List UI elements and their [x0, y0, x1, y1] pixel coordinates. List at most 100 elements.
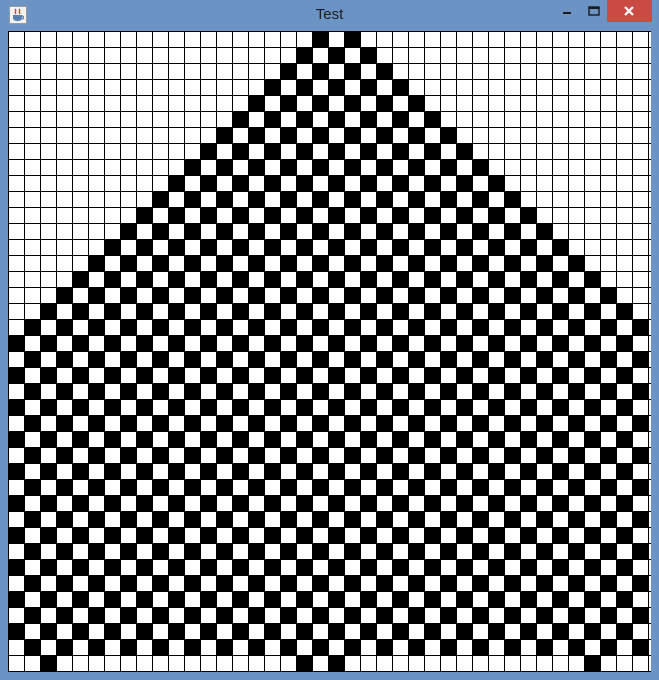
- filled-cell[interactable]: [472, 447, 488, 463]
- filled-cell[interactable]: [424, 431, 440, 447]
- filled-cell[interactable]: [568, 383, 584, 399]
- filled-cell[interactable]: [424, 623, 440, 639]
- filled-cell[interactable]: [488, 399, 504, 415]
- filled-cell[interactable]: [200, 207, 216, 223]
- filled-cell[interactable]: [216, 415, 232, 431]
- filled-cell[interactable]: [248, 575, 264, 591]
- filled-cell[interactable]: [520, 239, 536, 255]
- filled-cell[interactable]: [616, 559, 632, 575]
- filled-cell[interactable]: [632, 543, 648, 559]
- filled-cell[interactable]: [72, 271, 88, 287]
- filled-cell[interactable]: [264, 271, 280, 287]
- filled-cell[interactable]: [120, 511, 136, 527]
- filled-cell[interactable]: [200, 527, 216, 543]
- filled-cell[interactable]: [440, 479, 456, 495]
- filled-cell[interactable]: [520, 367, 536, 383]
- filled-cell[interactable]: [216, 639, 232, 655]
- filled-cell[interactable]: [392, 207, 408, 223]
- filled-cell[interactable]: [440, 639, 456, 655]
- filled-cell[interactable]: [264, 623, 280, 639]
- filled-cell[interactable]: [184, 607, 200, 623]
- filled-cell[interactable]: [312, 287, 328, 303]
- filled-cell[interactable]: [408, 447, 424, 463]
- filled-cell[interactable]: [488, 527, 504, 543]
- filled-cell[interactable]: [504, 287, 520, 303]
- filled-cell[interactable]: [120, 415, 136, 431]
- filled-cell[interactable]: [232, 335, 248, 351]
- filled-cell[interactable]: [232, 591, 248, 607]
- filled-cell[interactable]: [440, 415, 456, 431]
- filled-cell[interactable]: [200, 399, 216, 415]
- filled-cell[interactable]: [232, 143, 248, 159]
- filled-cell[interactable]: [520, 399, 536, 415]
- filled-cell[interactable]: [168, 591, 184, 607]
- filled-cell[interactable]: [248, 223, 264, 239]
- filled-cell[interactable]: [328, 399, 344, 415]
- filled-cell[interactable]: [488, 495, 504, 511]
- filled-cell[interactable]: [488, 239, 504, 255]
- filled-cell[interactable]: [344, 511, 360, 527]
- filled-cell[interactable]: [632, 511, 648, 527]
- filled-cell[interactable]: [392, 527, 408, 543]
- filled-cell[interactable]: [88, 447, 104, 463]
- filled-cell[interactable]: [168, 303, 184, 319]
- filled-cell[interactable]: [72, 303, 88, 319]
- filled-cell[interactable]: [152, 191, 168, 207]
- filled-cell[interactable]: [184, 511, 200, 527]
- filled-cell[interactable]: [216, 255, 232, 271]
- filled-cell[interactable]: [72, 463, 88, 479]
- filled-cell[interactable]: [360, 239, 376, 255]
- filled-cell[interactable]: [456, 623, 472, 639]
- filled-cell[interactable]: [584, 495, 600, 511]
- filled-cell[interactable]: [24, 543, 40, 559]
- filled-cell[interactable]: [456, 431, 472, 447]
- filled-cell[interactable]: [232, 623, 248, 639]
- filled-cell[interactable]: [440, 223, 456, 239]
- filled-cell[interactable]: [344, 159, 360, 175]
- filled-cell[interactable]: [408, 543, 424, 559]
- filled-cell[interactable]: [488, 303, 504, 319]
- filled-cell[interactable]: [360, 47, 376, 63]
- filled-cell[interactable]: [552, 527, 568, 543]
- filled-cell[interactable]: [584, 463, 600, 479]
- filled-cell[interactable]: [632, 383, 648, 399]
- filled-cell[interactable]: [280, 383, 296, 399]
- filled-cell[interactable]: [424, 175, 440, 191]
- filled-cell[interactable]: [600, 639, 616, 655]
- filled-cell[interactable]: [424, 239, 440, 255]
- filled-cell[interactable]: [72, 367, 88, 383]
- filled-cell[interactable]: [440, 383, 456, 399]
- filled-cell[interactable]: [280, 95, 296, 111]
- filled-cell[interactable]: [568, 415, 584, 431]
- filled-cell[interactable]: [88, 351, 104, 367]
- filled-cell[interactable]: [424, 527, 440, 543]
- filled-cell[interactable]: [360, 207, 376, 223]
- filled-cell[interactable]: [440, 319, 456, 335]
- filled-cell[interactable]: [24, 639, 40, 655]
- filled-cell[interactable]: [24, 415, 40, 431]
- filled-cell[interactable]: [472, 543, 488, 559]
- filled-cell[interactable]: [296, 303, 312, 319]
- filled-cell[interactable]: [472, 319, 488, 335]
- filled-cell[interactable]: [312, 127, 328, 143]
- filled-cell[interactable]: [584, 623, 600, 639]
- filled-cell[interactable]: [280, 255, 296, 271]
- filled-cell[interactable]: [232, 495, 248, 511]
- filled-cell[interactable]: [136, 559, 152, 575]
- filled-cell[interactable]: [40, 655, 56, 671]
- filled-cell[interactable]: [216, 191, 232, 207]
- filled-cell[interactable]: [376, 255, 392, 271]
- filled-cell[interactable]: [8, 431, 24, 447]
- filled-cell[interactable]: [616, 367, 632, 383]
- filled-cell[interactable]: [296, 655, 312, 671]
- filled-cell[interactable]: [456, 303, 472, 319]
- filled-cell[interactable]: [280, 191, 296, 207]
- filled-cell[interactable]: [456, 367, 472, 383]
- filled-cell[interactable]: [264, 303, 280, 319]
- filled-cell[interactable]: [184, 447, 200, 463]
- filled-cell[interactable]: [120, 543, 136, 559]
- filled-cell[interactable]: [8, 367, 24, 383]
- filled-cell[interactable]: [632, 415, 648, 431]
- filled-cell[interactable]: [488, 623, 504, 639]
- filled-cell[interactable]: [312, 543, 328, 559]
